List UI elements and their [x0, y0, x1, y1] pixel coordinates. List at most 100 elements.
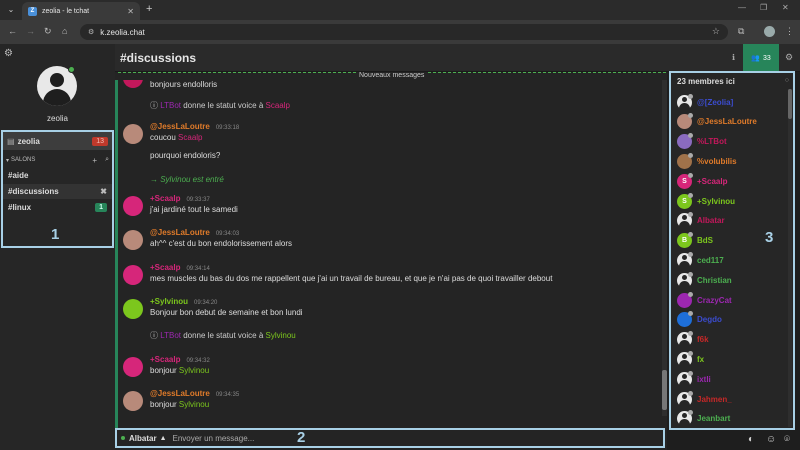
member-name: fx [697, 354, 705, 364]
member-item[interactable]: %LTBot [677, 133, 789, 151]
member-avatar: S [677, 192, 693, 209]
message-avatar[interactable] [123, 124, 143, 144]
browser-tabbar: ⌄ Z zeolia - le tchat ✕ + — ❐ ✕ [0, 0, 800, 20]
browser-tab[interactable]: Z zeolia - le tchat ✕ [22, 2, 140, 20]
new-tab-icon[interactable]: + [146, 3, 152, 15]
message-input[interactable] [172, 433, 659, 443]
message-avatar[interactable] [123, 80, 143, 88]
window-close-icon[interactable]: ✕ [782, 3, 789, 12]
message-avatar[interactable] [123, 265, 143, 285]
message-text: bonjours endolloris [150, 80, 218, 89]
message-time: 09:34:32 [186, 358, 210, 364]
message-text: coucou Scaalp [150, 133, 203, 142]
message-avatar[interactable] [123, 391, 143, 411]
server-row-zeolia[interactable]: ▤ zeolia 13 [3, 132, 112, 150]
composer-nick[interactable]: Albatar [129, 434, 157, 443]
scroll-thumb[interactable] [662, 370, 667, 410]
system-text: ⓘ LTBot donne le statut voice à Sylvinou [150, 331, 296, 340]
bot-nick[interactable]: LTBot [160, 331, 181, 340]
message-avatar[interactable] [123, 196, 143, 216]
message-list[interactable]: bonjours endolloris ⓘ LTBot donne le sta… [115, 80, 663, 428]
close-channel-icon[interactable]: ✖ [100, 187, 107, 196]
emoji-icon[interactable]: ☺ [766, 434, 776, 445]
members-panel: 23 membres ici ○ @[Zeolia] @JessLaLoutre%… [669, 71, 795, 430]
member-avatar [677, 93, 693, 110]
message-nick[interactable]: +Scaalp [150, 194, 180, 203]
profile-avatar-icon[interactable] [764, 26, 775, 37]
current-username: zeolia [47, 114, 68, 123]
member-item[interactable]: @JessLaLoutre [677, 113, 789, 131]
channel-discussions[interactable]: #discussions ✖ [3, 184, 112, 199]
member-avatar [677, 152, 693, 169]
member-item[interactable]: Christian [677, 271, 789, 289]
member-status-icon [688, 172, 693, 178]
address-bar[interactable]: ⚙ k.zeolia.chat ☆ [80, 24, 728, 40]
annotation-3: 3 [765, 229, 774, 246]
search-channel-icon[interactable]: ⌕ [105, 156, 109, 164]
target-nick[interactable]: Scaalp [265, 101, 289, 110]
site-info-icon[interactable]: ⚙ [88, 28, 94, 36]
channel-linux[interactable]: #linux 1 [3, 200, 112, 215]
member-avatar [677, 113, 693, 130]
message-nick[interactable]: @JessLaLoutre [150, 228, 210, 237]
message-nick[interactable]: @JessLaLoutre [150, 389, 210, 398]
message-nick[interactable]: +Scaalp [150, 263, 180, 272]
member-item[interactable]: S +Scaalp [677, 172, 789, 190]
channel-settings-icon[interactable]: ⚙ [785, 52, 793, 63]
members-scrollbar[interactable] [788, 89, 792, 427]
member-item[interactable]: Albatar [677, 212, 789, 230]
forward-icon[interactable]: → [26, 26, 35, 36]
home-icon[interactable]: ⌂ [62, 26, 67, 36]
member-item[interactable]: CrazyCat [677, 291, 789, 309]
message-nick[interactable]: @JessLaLoutre [150, 122, 210, 131]
member-item[interactable]: fx [677, 350, 789, 368]
message-text: Bonjour bon debut de semaine et bon lund… [150, 308, 303, 317]
bookmark-star-icon[interactable]: ☆ [712, 26, 720, 37]
collapse-caret-icon[interactable]: ▾ [6, 157, 9, 164]
members-toggle-button[interactable]: 👥 33 [743, 44, 779, 72]
message-nick[interactable]: +Scaalp [150, 355, 180, 364]
target-nick[interactable]: Sylvinou [265, 331, 295, 340]
channel-aide[interactable]: #aide [3, 168, 112, 183]
member-item[interactable]: Degdo [677, 311, 789, 329]
settings-gear-icon[interactable]: ⚙ [4, 48, 13, 59]
users-icon: 👥 [751, 55, 760, 62]
message-composer: Albatar ▲ 2 [115, 428, 665, 448]
member-item[interactable]: ced117 [677, 251, 789, 269]
message-avatar[interactable] [123, 299, 143, 319]
annotation-1: 1 [51, 226, 60, 243]
members-scroll-thumb[interactable] [788, 89, 792, 119]
message-avatar[interactable] [123, 357, 143, 377]
maximize-icon[interactable]: ❐ [760, 3, 767, 12]
camera-icon[interactable]: ⌾ [784, 434, 790, 445]
member-avatar [677, 271, 693, 288]
message-scrollbar[interactable] [662, 80, 667, 416]
member-item[interactable]: @[Zeolia] [677, 93, 789, 111]
theme-contrast-icon[interactable]: ◐ [748, 434, 754, 445]
member-item[interactable]: Jahmen_ [677, 390, 789, 408]
member-item[interactable]: %volubilis [677, 152, 789, 170]
member-item[interactable]: f6k [677, 331, 789, 349]
reload-icon[interactable]: ↻ [44, 26, 52, 37]
member-avatar [677, 370, 693, 387]
online-status-icon [68, 66, 75, 73]
bot-nick[interactable]: LTBot [160, 101, 181, 110]
member-item[interactable]: ixtli [677, 370, 789, 388]
info-icon[interactable]: ℹ [732, 53, 735, 62]
new-messages-label: Nouveaux messages [356, 72, 428, 79]
member-name: %volubilis [697, 156, 737, 166]
system-text: ⓘ LTBot donne le statut voice à Scaalp [150, 101, 290, 110]
message-avatar[interactable] [123, 230, 143, 250]
nick-menu-caret-icon[interactable]: ▲ [160, 435, 167, 442]
tab-close-icon[interactable]: ✕ [127, 7, 134, 16]
back-icon[interactable]: ← [8, 26, 17, 36]
add-channel-icon[interactable]: + [92, 156, 97, 165]
members-search-icon[interactable]: ○ [785, 77, 789, 84]
extensions-icon[interactable]: ⧉ [738, 26, 744, 37]
message-nick[interactable]: +Sylvinou [150, 297, 188, 306]
minimize-icon[interactable]: — [738, 3, 746, 12]
tab-search-icon[interactable]: ⌄ [4, 4, 18, 16]
member-item[interactable]: S +Sylvinou [677, 192, 789, 210]
browser-menu-icon[interactable]: ⋮ [785, 26, 794, 37]
member-item[interactable]: Jeanbart [677, 410, 789, 428]
